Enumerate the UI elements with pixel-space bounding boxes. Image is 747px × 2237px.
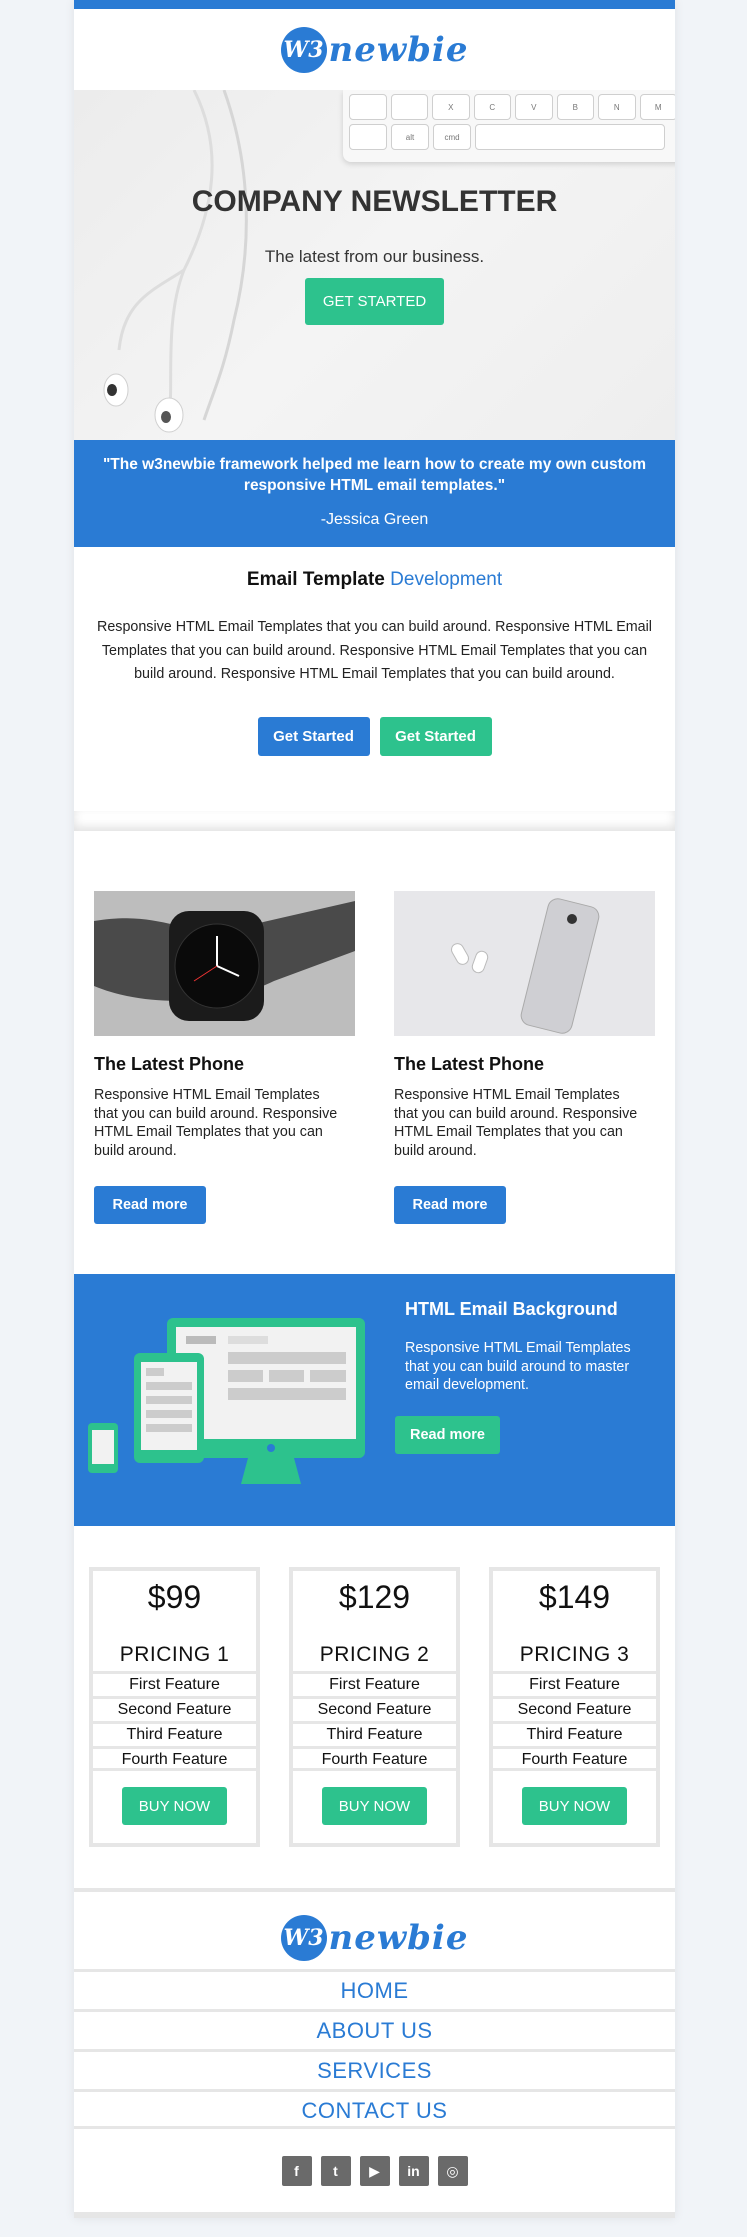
feature-body: Responsive HTML Email Templates that you… [405, 1340, 631, 1393]
html-email-background-section: HTML Email Background Responsive HTML Em… [74, 1274, 675, 1526]
buy-now-button[interactable]: BUY NOW [122, 1787, 227, 1825]
price-amount: $149 [538, 1579, 611, 1615]
plan-feature: Fourth Feature [93, 1746, 256, 1771]
buy-now-button[interactable]: BUY NOW [522, 1787, 627, 1825]
keyboard-key: V [515, 94, 553, 120]
pricing-card: $129 PRICING 2 First Feature Second Feat… [289, 1567, 460, 1847]
pricing-section: $99 PRICING 1 First Feature Second Featu… [74, 1526, 675, 1888]
footer-nav: HOME ABOUT US SERVICES CONTACT US [74, 1969, 675, 2129]
youtube-icon[interactable]: ▶ [359, 2156, 390, 2186]
keyboard-key [349, 124, 387, 150]
plan-feature: Second Feature [293, 1696, 456, 1721]
buy-now-button[interactable]: BUY NOW [322, 1787, 427, 1825]
product-description: Responsive HTML Email Templates that you… [94, 1087, 338, 1159]
logo-badge: W3 [280, 1914, 327, 1961]
email-container: W3 newbie X C V B N M alt cmd COMPANY NE… [74, 0, 675, 2218]
header: W3 newbie [74, 9, 675, 90]
footer-logo[interactable]: W3 newbie [74, 1910, 675, 1965]
section-divider [74, 811, 675, 831]
top-accent-bar [74, 0, 675, 9]
read-more-button[interactable]: Read more [395, 1416, 500, 1454]
pricing-card: $149 PRICING 3 First Feature Second Feat… [489, 1567, 660, 1847]
read-more-button[interactable]: Read more [394, 1186, 506, 1224]
phone-airpods-image [394, 891, 655, 1036]
keyboard-key: B [556, 94, 594, 120]
keyboard-key: M [639, 94, 675, 120]
twitter-icon[interactable]: t [320, 2156, 351, 2186]
intro-title: Email Template Development [74, 569, 675, 591]
intro-title-main: Email Template [246, 569, 385, 590]
get-started-primary-button[interactable]: Get Started [257, 716, 370, 756]
plan-feature: Fourth Feature [293, 1746, 456, 1771]
nav-contact-us[interactable]: CONTACT US [74, 2089, 675, 2129]
intro-body: Responsive HTML Email Templates that you… [97, 619, 652, 682]
keyboard-spacebar [475, 124, 665, 150]
intro-section: Email Template Development Responsive HT… [74, 547, 675, 811]
hero-title: COMPANY NEWSLETTER [191, 185, 558, 218]
plan-name: PRICING 1 [119, 1643, 230, 1666]
plan-feature: Second Feature [493, 1696, 656, 1721]
quote-text: "The w3newbie framework helped me learn … [102, 456, 647, 494]
keyboard-key: cmd [433, 124, 471, 150]
brand-logo[interactable]: W3 newbie [280, 26, 469, 73]
plan-feature: First Feature [493, 1671, 656, 1696]
social-links: f t ▶ in ◎ [74, 2129, 675, 2212]
devices-illustration [88, 1318, 365, 1484]
nav-about-us[interactable]: ABOUT US [74, 2009, 675, 2049]
plan-feature: Third Feature [293, 1721, 456, 1746]
smartwatch-image [94, 891, 355, 1036]
plan-feature: Third Feature [93, 1721, 256, 1746]
linkedin-icon[interactable]: in [398, 2156, 429, 2186]
quote-author: -Jessica Green [320, 511, 429, 528]
intro-buttons: Get Started Get Started [74, 716, 675, 756]
plan-feature: First Feature [293, 1671, 456, 1696]
nav-home[interactable]: HOME [74, 1969, 675, 2009]
hero-subtitle: The latest from our business. [264, 247, 485, 266]
nav-services[interactable]: SERVICES [74, 2049, 675, 2089]
pricing-card: $99 PRICING 1 First Feature Second Featu… [89, 1567, 260, 1847]
read-more-button[interactable]: Read more [94, 1186, 206, 1224]
keyboard-key: C [473, 94, 511, 120]
keyboard-image: X C V B N M alt cmd [343, 90, 675, 162]
products-section: The Latest Phone Responsive HTML Email T… [74, 831, 675, 1274]
keyboard-key [390, 94, 428, 120]
logo-badge: W3 [280, 26, 327, 73]
product-title: The Latest Phone [94, 1054, 245, 1074]
facebook-icon[interactable]: f [281, 2156, 312, 2186]
keyboard-key: alt [391, 124, 429, 150]
price-amount: $129 [338, 1579, 411, 1615]
keyboard-key: N [598, 94, 636, 120]
logo-text: newbie [328, 1917, 469, 1958]
footer: W3 newbie HOME ABOUT US SERVICES CONTACT… [74, 1888, 675, 2218]
product-card: The Latest Phone Responsive HTML Email T… [94, 891, 355, 1224]
plan-name: PRICING 2 [319, 1643, 430, 1666]
keyboard-key [349, 94, 387, 120]
keyboard-key: X [432, 94, 470, 120]
footer-bottom-bar [74, 2212, 675, 2218]
testimonial-quote: "The w3newbie framework helped me learn … [74, 440, 675, 547]
plan-feature: Fourth Feature [493, 1746, 656, 1771]
product-card: The Latest Phone Responsive HTML Email T… [394, 891, 655, 1224]
product-title: The Latest Phone [394, 1054, 545, 1074]
price-amount: $99 [147, 1579, 202, 1615]
intro-title-accent: Development [390, 569, 503, 590]
product-description: Responsive HTML Email Templates that you… [394, 1087, 638, 1159]
hero-banner: X C V B N M alt cmd COMPANY NEWSLETTER T… [74, 90, 675, 440]
plan-feature: Second Feature [93, 1696, 256, 1721]
plan-feature: Third Feature [493, 1721, 656, 1746]
feature-title: HTML Email Background [405, 1299, 618, 1319]
logo-text: newbie [328, 29, 469, 70]
plan-name: PRICING 3 [519, 1643, 630, 1666]
instagram-icon[interactable]: ◎ [437, 2156, 468, 2186]
get-started-secondary-button[interactable]: Get Started [379, 716, 492, 756]
get-started-button[interactable]: GET STARTED [305, 278, 444, 325]
plan-feature: First Feature [93, 1671, 256, 1696]
